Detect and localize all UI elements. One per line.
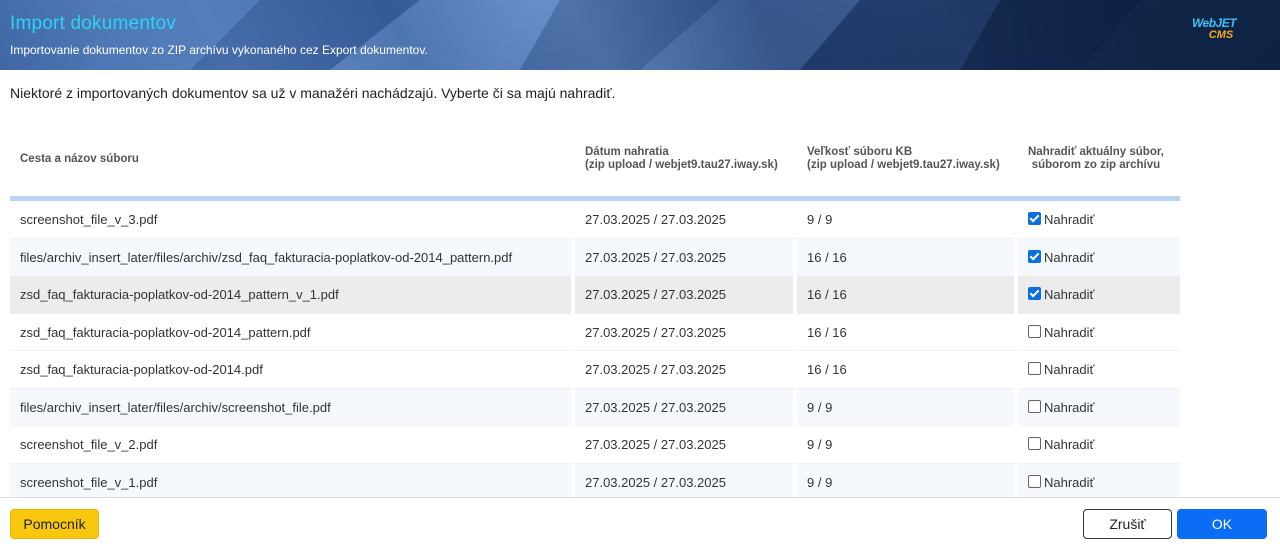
intro-text: Niektoré z importovaných dokumentov sa u… <box>10 85 616 101</box>
table-row[interactable]: screenshot_file_v_2.pdf 27.03.2025 / 27.… <box>10 426 1180 465</box>
replace-checkbox-label[interactable]: Nahradiť <box>1044 475 1094 490</box>
cell-replace: Nahradiť <box>1018 426 1180 465</box>
cell-size: 16 / 16 <box>797 351 1018 389</box>
column-header-replace-line1: Nahradiť aktuálny súbor, <box>1028 146 1164 158</box>
cell-size: 16 / 16 <box>797 276 1018 314</box>
cell-path: screenshot_file_v_1.pdf <box>10 464 575 497</box>
cell-date: 27.03.2025 / 27.03.2025 <box>575 464 797 497</box>
cell-path: screenshot_file_v_2.pdf <box>10 426 575 465</box>
cell-path: zsd_faq_fakturacia-poplatkov-od-2014_pat… <box>10 313 575 352</box>
replace-checkbox[interactable] <box>1028 362 1041 376</box>
cell-path: zsd_faq_fakturacia-poplatkov-od-2014_pat… <box>10 276 575 314</box>
table-row[interactable]: zsd_faq_fakturacia-poplatkov-od-2014.pdf… <box>10 351 1180 389</box>
replace-checkbox[interactable] <box>1028 475 1041 489</box>
cell-date: 27.03.2025 / 27.03.2025 <box>575 388 797 427</box>
dialog-footer: Pomocník Zrušiť OK <box>0 497 1280 550</box>
replace-checkbox[interactable] <box>1028 437 1041 451</box>
replace-checkbox-label[interactable]: Nahradiť <box>1044 212 1094 227</box>
cell-path: zsd_faq_fakturacia-poplatkov-od-2014.pdf <box>10 351 575 389</box>
table-row[interactable]: zsd_faq_fakturacia-poplatkov-od-2014_pat… <box>10 276 1180 314</box>
column-header-replace-line2: súborom zo zip archívu <box>1031 159 1161 171</box>
table-header: Cesta a názov súboru Dátum nahratia (zip… <box>10 122 1180 201</box>
cell-replace: Nahradiť <box>1018 388 1180 427</box>
cell-replace: Nahradiť <box>1018 201 1180 239</box>
cell-path: screenshot_file_v_3.pdf <box>10 201 575 239</box>
cell-size: 9 / 9 <box>797 426 1018 465</box>
cell-path: files/archiv_insert_later/files/archiv/z… <box>10 238 575 277</box>
cell-replace: Nahradiť <box>1018 464 1180 497</box>
cell-size: 9 / 9 <box>797 201 1018 239</box>
dialog-header: Import dokumentov Importovanie dokumento… <box>0 0 1280 70</box>
column-header-date-line2: (zip upload / webjet9.tau27.iway.sk) <box>585 159 778 171</box>
cell-size: 16 / 16 <box>797 238 1018 277</box>
cell-replace: Nahradiť <box>1018 313 1180 352</box>
cell-date: 27.03.2025 / 27.03.2025 <box>575 426 797 465</box>
webjet-logo: WebJET CMS <box>1178 17 1250 47</box>
table-row[interactable]: files/archiv_insert_later/files/archiv/z… <box>10 238 1180 277</box>
import-table: Cesta a názov súboru Dátum nahratia (zip… <box>10 122 1180 497</box>
replace-checkbox-label[interactable]: Nahradiť <box>1044 250 1094 265</box>
cell-size: 9 / 9 <box>797 464 1018 497</box>
cell-size: 16 / 16 <box>797 313 1018 352</box>
column-header-size[interactable]: Veľkosť súboru KB (zip upload / webjet9.… <box>797 122 1018 196</box>
replace-checkbox[interactable] <box>1028 211 1041 225</box>
column-header-date-line1: Dátum nahratia <box>585 146 669 158</box>
replace-checkbox[interactable] <box>1028 324 1041 338</box>
column-header-size-line1: Veľkosť súboru KB <box>807 146 913 158</box>
replace-checkbox-label[interactable]: Nahradiť <box>1044 437 1094 452</box>
column-header-date[interactable]: Dátum nahratia (zip upload / webjet9.tau… <box>575 122 797 196</box>
dialog-title: Import dokumentov <box>10 13 177 34</box>
table-row[interactable]: files/archiv_insert_later/files/archiv/s… <box>10 388 1180 427</box>
table-row[interactable]: screenshot_file_v_1.pdf 27.03.2025 / 27.… <box>10 464 1180 497</box>
column-header-path-line1: Cesta a názov súboru <box>20 152 139 165</box>
replace-checkbox[interactable] <box>1028 287 1041 301</box>
header-background <box>80 0 1280 70</box>
cell-replace: Nahradiť <box>1018 351 1180 389</box>
cell-replace: Nahradiť <box>1018 238 1180 277</box>
dialog-subtitle: Importovanie dokumentov zo ZIP archívu v… <box>10 43 428 57</box>
column-header-path[interactable]: Cesta a názov súboru <box>10 122 575 196</box>
replace-checkbox-label[interactable]: Nahradiť <box>1044 325 1094 340</box>
table-row[interactable]: zsd_faq_fakturacia-poplatkov-od-2014_pat… <box>10 313 1180 352</box>
cell-path: files/archiv_insert_later/files/archiv/s… <box>10 388 575 427</box>
cell-date: 27.03.2025 / 27.03.2025 <box>575 276 797 314</box>
replace-checkbox[interactable] <box>1028 249 1041 263</box>
replace-checkbox[interactable] <box>1028 400 1041 414</box>
replace-checkbox-label[interactable]: Nahradiť <box>1044 287 1094 302</box>
cell-date: 27.03.2025 / 27.03.2025 <box>575 351 797 389</box>
cell-date: 27.03.2025 / 27.03.2025 <box>575 313 797 352</box>
table-row[interactable]: screenshot_file_v_3.pdf 27.03.2025 / 27.… <box>10 201 1180 239</box>
column-header-size-line2: (zip upload / webjet9.tau27.iway.sk) <box>807 159 1000 171</box>
replace-checkbox-label[interactable]: Nahradiť <box>1044 400 1094 415</box>
cell-size: 9 / 9 <box>797 388 1018 427</box>
ok-button[interactable]: OK <box>1177 509 1267 539</box>
cancel-button[interactable]: Zrušiť <box>1083 509 1172 539</box>
cell-date: 27.03.2025 / 27.03.2025 <box>575 238 797 277</box>
cell-date: 27.03.2025 / 27.03.2025 <box>575 201 797 239</box>
help-button[interactable]: Pomocník <box>10 509 99 539</box>
logo-text-cms: CMS <box>1208 29 1234 41</box>
logo-text-webjet: WebJET <box>1191 16 1237 30</box>
cell-replace: Nahradiť <box>1018 276 1180 314</box>
replace-checkbox-label[interactable]: Nahradiť <box>1044 362 1094 377</box>
column-header-replace[interactable]: Nahradiť aktuálny súbor, súborom zo zip … <box>1018 122 1180 196</box>
